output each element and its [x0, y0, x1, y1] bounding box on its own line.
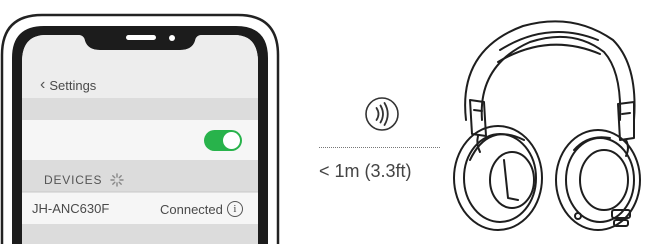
bluetooth-toggle[interactable]: [204, 130, 242, 151]
device-name[interactable]: JH-ANC630F: [32, 201, 109, 216]
phone-illustration: ‹ Settings DEVICES JH-ANC630F Connected …: [0, 0, 300, 244]
nfc-icon: [365, 97, 399, 131]
back-to-settings[interactable]: ‹ Settings: [40, 77, 96, 93]
distance-divider: [319, 147, 440, 148]
device-status-label: Connected: [160, 201, 223, 217]
info-icon[interactable]: i: [226, 201, 243, 217]
devices-label: DEVICES: [44, 173, 103, 187]
device-status: Connected i: [160, 201, 243, 217]
chevron-left-icon: ‹: [40, 76, 46, 93]
devices-header: DEVICES: [44, 173, 124, 187]
distance-label: < 1m (3.3ft): [319, 161, 412, 181]
headphones-illustration: [453, 20, 641, 231]
back-label: Settings: [49, 77, 97, 93]
loading-spinner-icon: [110, 173, 124, 187]
toggle-knob: [223, 132, 240, 149]
